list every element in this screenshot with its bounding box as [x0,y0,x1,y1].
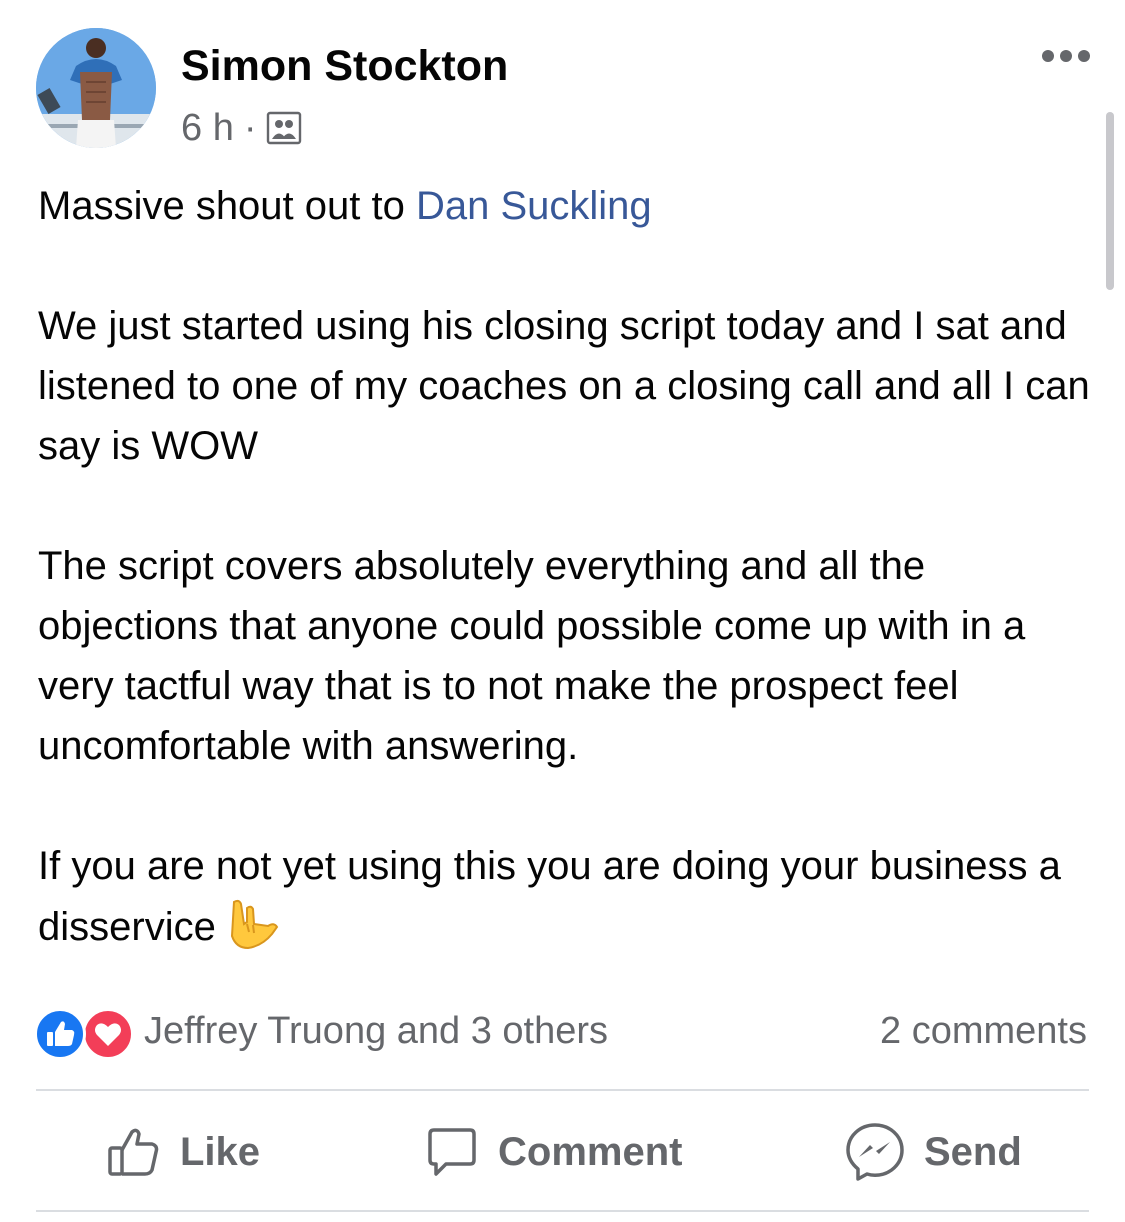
comments-count[interactable]: 2 comments [880,1010,1087,1053]
comment-bubble-icon [428,1128,476,1176]
author-name[interactable]: Simon Stockton [181,42,508,91]
reactions-summary[interactable]: Jeffrey Truong and 3 others [34,1006,608,1060]
divider-bottom [36,1210,1089,1212]
like-reaction-icon [34,1008,86,1060]
love-you-gesture-emoji [230,899,279,950]
reactors-text[interactable]: Jeffrey Truong and 3 others [144,1010,608,1053]
like-button[interactable]: Like [106,1094,260,1210]
divider-top [36,1089,1089,1091]
thumbs-up-icon [108,1128,159,1176]
post-meta: 6 h · [181,104,302,152]
comment-button[interactable]: Comment [424,1094,682,1210]
intro-text: Massive shout out to [38,184,416,228]
facebook-post: Simon Stockton 6 h · Massive shout out t… [0,0,1125,1222]
post-time[interactable]: 6 h [181,107,234,150]
scrollbar[interactable] [1106,112,1114,290]
like-label: Like [180,1129,261,1174]
post-paragraph: The script covers absolutely everything … [38,544,1026,768]
mention-link[interactable]: Dan Suckling [416,184,652,228]
messenger-icon [846,1123,904,1181]
post-body: Massive shout out to Dan Suckling We jus… [38,176,1098,957]
post-paragraph-intro: Massive shout out to Dan Suckling [38,176,1098,236]
meta-separator: · [243,106,257,149]
reaction-icons [34,1006,136,1060]
send-label: Send [924,1129,1022,1174]
more-options-button[interactable] [1036,40,1096,72]
friends-audience-icon[interactable] [266,110,302,146]
post-paragraph: We just started using his closing script… [38,304,1090,468]
comment-label: Comment [498,1129,683,1174]
action-bar: Like Comment Send [36,1094,1089,1210]
closing-text: If you are not yet using this you are do… [38,844,1061,949]
more-options-icon [1042,50,1090,62]
profile-photo [36,28,156,148]
post-paragraph-closing: If you are not yet using this you are do… [38,836,1098,957]
love-reaction-icon [82,1008,134,1060]
author-avatar[interactable] [36,28,156,148]
send-button[interactable]: Send [844,1094,1022,1210]
